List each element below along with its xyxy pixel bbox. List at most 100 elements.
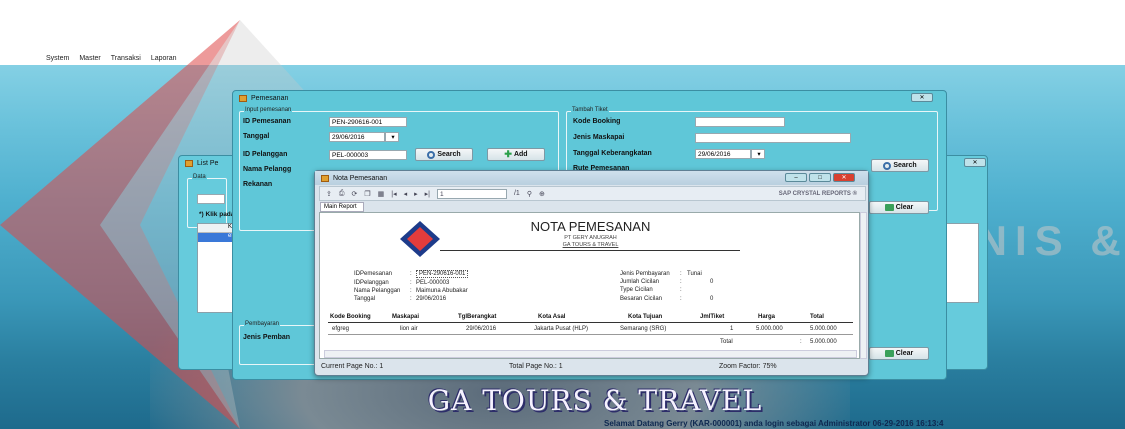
col-kode-booking: Kode Booking: [330, 314, 371, 320]
tanggal-field[interactable]: 29/06/2016: [329, 132, 385, 142]
cell-jml: 1: [730, 326, 734, 332]
berangkat-label: Tanggal Keberangkatan: [573, 150, 652, 157]
rekanan-label: Rekanan: [243, 181, 273, 188]
col-tgl-berangkat: TglBerangkat: [458, 314, 497, 320]
nota-report-window: Nota Pemesanan – □ ✕ ⇪ ⎙ ⟳ ❐ ▦ |◂ ◂ ▸ ▸|…: [314, 170, 869, 376]
field-value: 0: [710, 279, 714, 285]
field-label: Tanggal: [354, 296, 376, 302]
horizontal-scrollbar[interactable]: [324, 350, 857, 358]
login-status: Selamat Datang Gerry (KAR-000001) anda l…: [604, 419, 944, 428]
prev-page-icon[interactable]: ◂: [404, 190, 408, 198]
window-icon: [185, 159, 193, 167]
berangkat-dropdown[interactable]: ▾: [751, 149, 765, 159]
company-name2: GA TOURS & TRAVEL: [562, 242, 619, 248]
cell-total: 5.000.000: [810, 326, 837, 332]
clear-button[interactable]: Clear: [869, 201, 929, 214]
berangkat-field[interactable]: 29/06/2016: [695, 149, 751, 159]
total-value: 5.000.000: [810, 339, 837, 345]
clear-icon: [884, 204, 894, 211]
vertical-scrollbar[interactable]: [860, 212, 867, 359]
search-icon: [427, 150, 436, 159]
report-title: Nota Pemesanan: [333, 174, 388, 182]
list-window-title: List Pe: [197, 159, 219, 167]
col-maskapai: Maskapai: [392, 314, 420, 320]
clear-bottom-button[interactable]: Clear: [869, 347, 929, 360]
cell-tujuan: Semarang (SRG): [620, 326, 667, 332]
export-icon[interactable]: ⇪: [326, 190, 332, 198]
field-value: PEL-000003: [416, 280, 450, 286]
total-label: Total: [720, 339, 733, 345]
field-label: Nama Pelanggan: [354, 288, 401, 294]
copy-icon[interactable]: ❐: [364, 190, 370, 198]
col-kota-tujuan: Kota Tujuan: [628, 314, 663, 320]
cell-asal: Jakarta Pusat (HLP): [534, 326, 589, 332]
tanggal-dropdown[interactable]: ▾: [385, 132, 399, 142]
crystal-label: SAP CRYSTAL REPORTS ®: [778, 190, 857, 197]
window-icon: [321, 174, 329, 182]
field-label: Besaran Cicilan: [620, 296, 663, 302]
report-toolbar: ⇪ ⎙ ⟳ ❐ ▦ |◂ ◂ ▸ ▸| 1 /1 ⚲ ⊕ SAP CRYSTAL…: [319, 186, 866, 201]
heading-rule: [440, 250, 740, 251]
cell-kode: efgreg: [332, 326, 350, 332]
clear-icon: [884, 350, 894, 357]
maskapai-label: Jenis Maskapai: [573, 134, 625, 141]
report-max-button[interactable]: □: [809, 173, 831, 182]
field-label: Type Cicilan: [620, 287, 653, 293]
plus-icon: ✚: [504, 149, 512, 159]
report-page: NOTA PEMESANAN PT GERY ANUGRAH GA TOURS …: [319, 212, 860, 359]
zoom-icon[interactable]: ⊕: [539, 190, 545, 198]
find-icon[interactable]: ⚲: [527, 190, 532, 198]
field-label: Jenis Pembayaran: [620, 271, 670, 277]
status-total-page: Total Page No.: 1: [509, 363, 563, 370]
pemesanan-close-button[interactable]: ✕: [911, 93, 933, 102]
col-jml-tiket: JmlTiket: [700, 314, 725, 320]
cell-maskapai: lion air: [400, 326, 418, 332]
report-statusbar: Current Page No.: 1 Total Page No.: 1 Zo…: [319, 363, 866, 374]
search-icon: [883, 161, 892, 170]
page-input[interactable]: 1: [436, 188, 507, 199]
main-report-tab[interactable]: Main Report: [320, 202, 364, 212]
field-value: 29/06/2016: [416, 296, 447, 302]
first-page-icon[interactable]: |◂: [391, 190, 396, 198]
report-heading: NOTA PEMESANAN: [530, 219, 651, 234]
pelanggan-label: ID Pelanggan: [243, 151, 288, 158]
brand-logo-text: GA TOURS & TRAVEL: [427, 384, 763, 417]
list-search-input[interactable]: [197, 194, 225, 204]
header-rule: [328, 322, 853, 323]
page-of: /1: [513, 190, 520, 197]
next-page-icon[interactable]: ▸: [414, 190, 418, 198]
last-page-icon[interactable]: ▸|: [425, 190, 430, 198]
report-close-button[interactable]: ✕: [833, 173, 855, 182]
id-label: ID Pemesanan: [243, 118, 291, 125]
add-button[interactable]: ✚ Add: [487, 148, 545, 161]
col-kota-asal: Kota Asal: [538, 314, 566, 320]
col-harga: Harga: [758, 314, 776, 320]
search-rute-button[interactable]: Search: [871, 159, 929, 172]
refresh-icon[interactable]: ⟳: [351, 190, 357, 198]
status-current-page: Current Page No.: 1: [321, 363, 384, 370]
field-value: Tunai: [687, 271, 702, 277]
row-rule: [328, 334, 853, 335]
print-icon[interactable]: ⎙: [339, 190, 345, 198]
cell-harga: 5.000.000: [756, 326, 783, 332]
id-field[interactable]: PEN-290616-001: [329, 117, 407, 127]
pembayaran-label: Jenis Pemban: [243, 334, 291, 341]
field-value: 0: [710, 296, 714, 302]
kode-booking-field[interactable]: [695, 117, 785, 127]
company-name: PT GERY ANUGRAH: [564, 235, 617, 241]
pemesanan-title: Pemesanan: [251, 94, 289, 102]
search-button[interactable]: Search: [415, 148, 473, 161]
field-value: PEN-290616-001: [416, 270, 469, 278]
desktop: System Master Transaksi Laporan INSTITUT…: [0, 0, 1125, 429]
field-label: IDPemesanan: [354, 271, 393, 277]
maskapai-field[interactable]: [695, 133, 851, 143]
field-label: IDPelanggan: [354, 280, 389, 286]
pelanggan-field[interactable]: PEL-000003: [329, 150, 407, 160]
field-label: Jumlah Cicilan: [620, 279, 660, 285]
tree-icon[interactable]: ▦: [378, 190, 385, 198]
list-close-button[interactable]: ✕: [964, 158, 986, 167]
status-zoom: Zoom Factor: 75%: [719, 363, 777, 370]
cell-tgl: 29/06/2016: [466, 326, 497, 332]
report-min-button[interactable]: –: [785, 173, 807, 182]
kode-booking-label: Kode Booking: [573, 118, 621, 125]
